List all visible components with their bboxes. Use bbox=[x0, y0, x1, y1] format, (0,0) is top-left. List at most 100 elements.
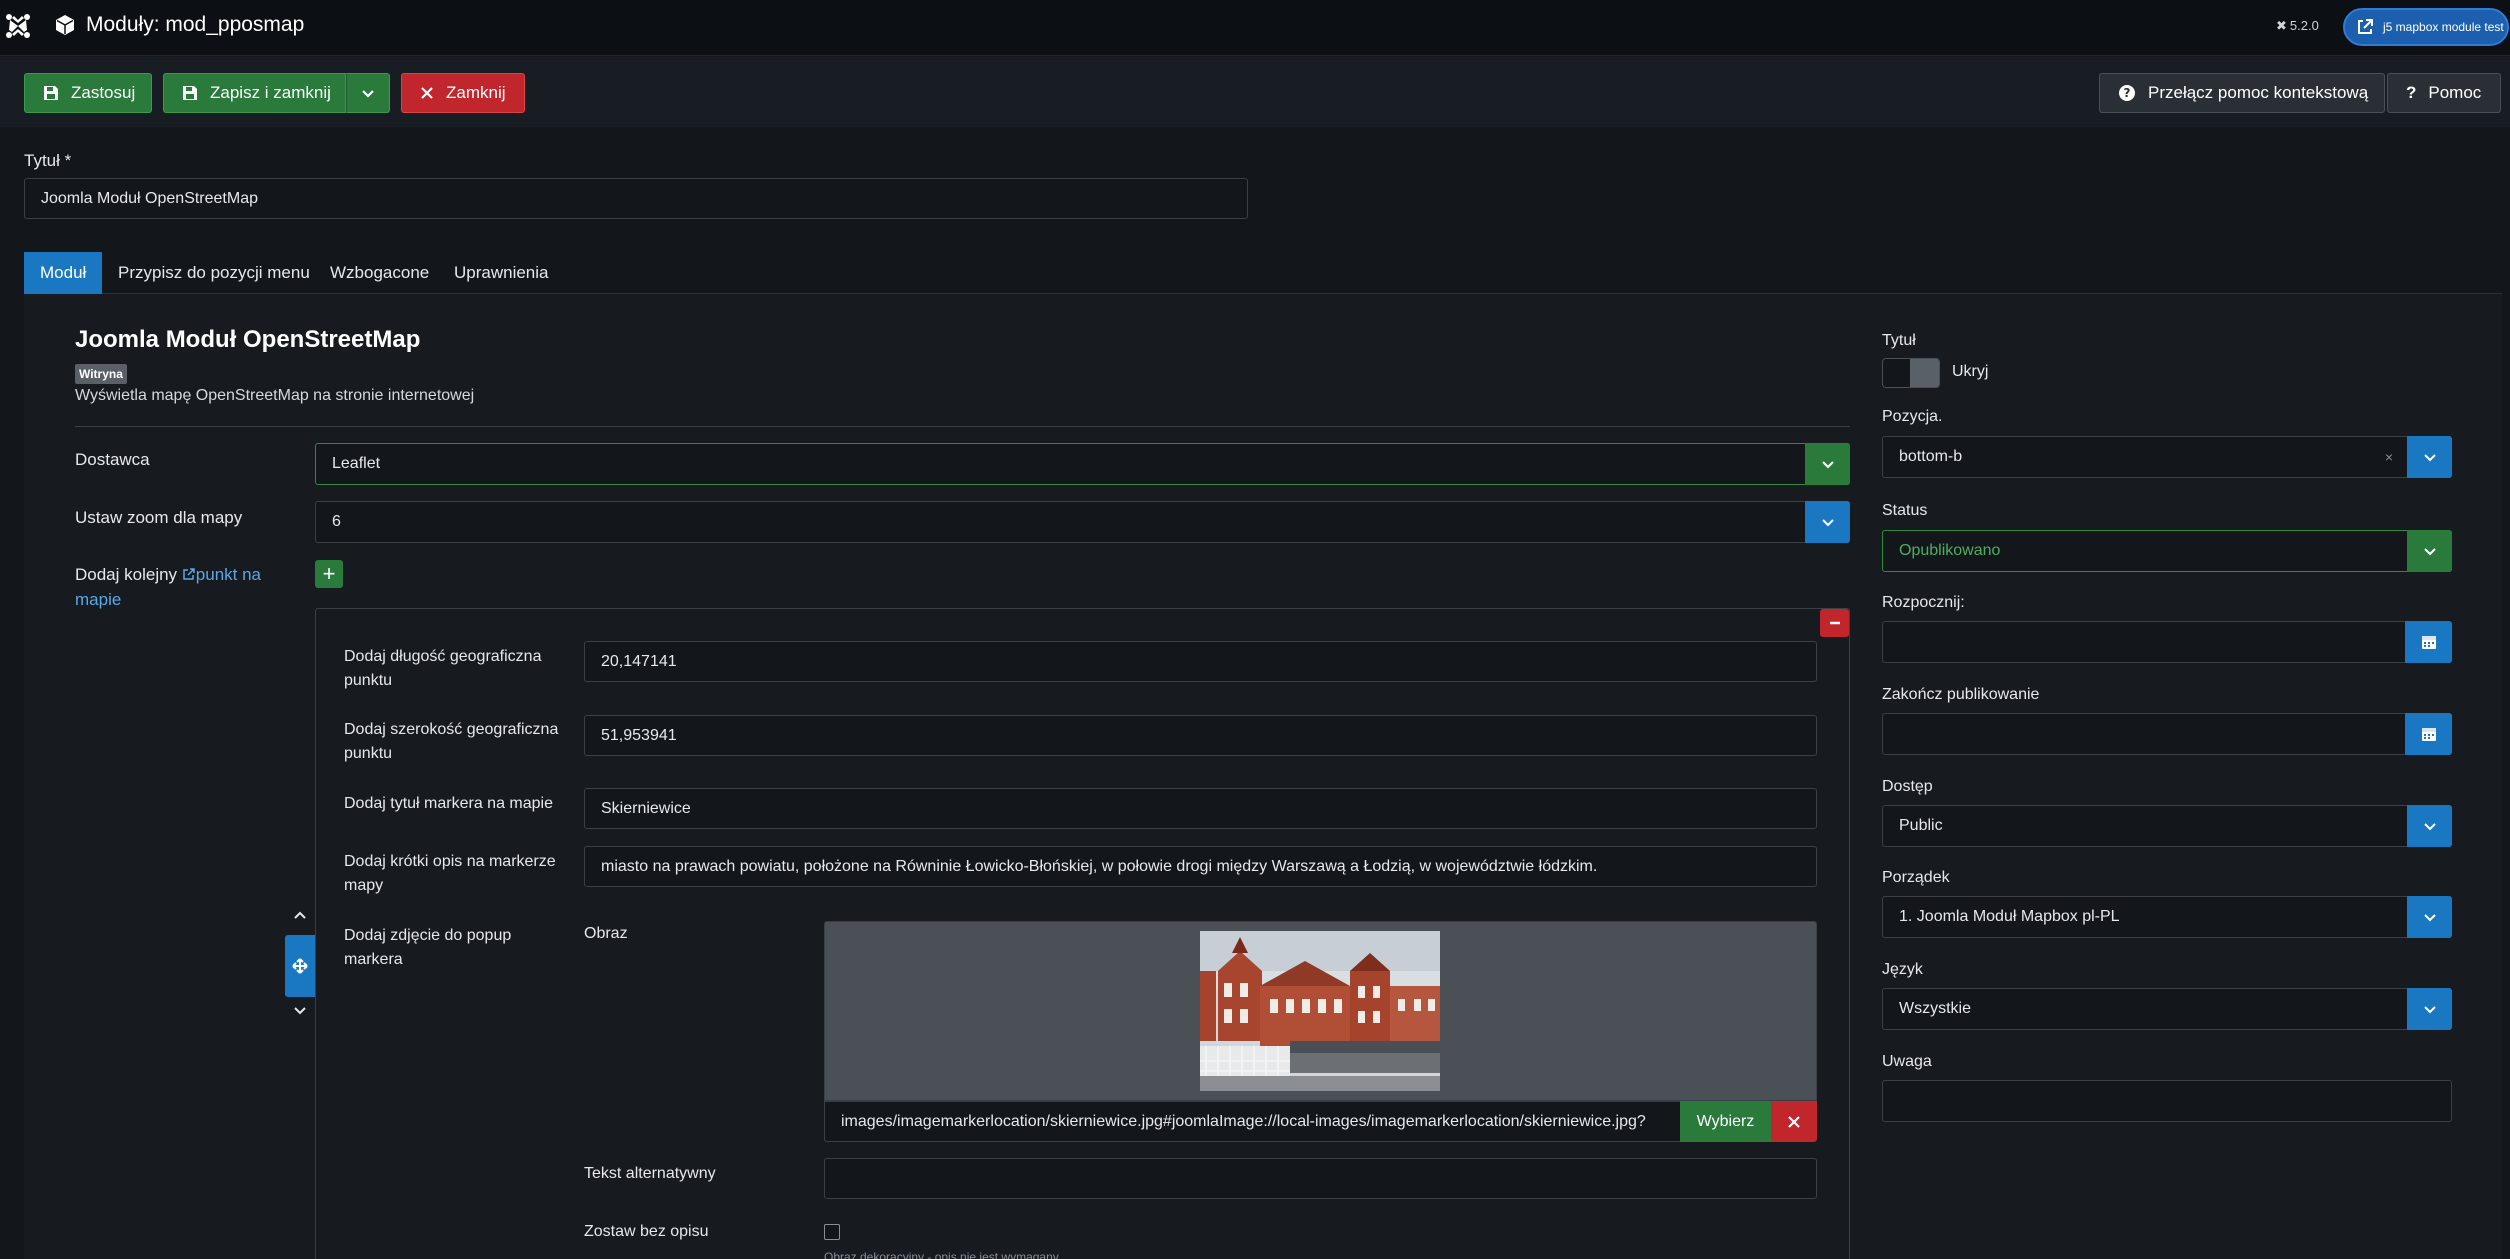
external-link-icon bbox=[2358, 19, 2373, 34]
longitude-label: Dodaj długość geograficzna punktu bbox=[344, 648, 542, 689]
finish-date-input[interactable] bbox=[1882, 713, 2452, 755]
show-title-label: Tytuł bbox=[1882, 332, 1916, 349]
tab-permissions[interactable]: Uprawnienia bbox=[438, 252, 565, 294]
no-desc-checkbox[interactable] bbox=[824, 1224, 840, 1240]
clear-image-button[interactable] bbox=[1771, 1101, 1817, 1142]
calendar-icon[interactable] bbox=[2405, 713, 2452, 755]
chevron-down-icon[interactable] bbox=[2407, 436, 2452, 478]
latitude-label: Dodaj szerokość geograficzna punktu bbox=[344, 721, 559, 762]
close-label: Zamknij bbox=[446, 83, 506, 102]
chevron-down-icon bbox=[362, 90, 374, 98]
help-button[interactable]: ? Pomoc bbox=[2387, 73, 2501, 113]
start-label: Rozpocznij: bbox=[1882, 594, 1965, 611]
position-select[interactable]: bottom-b × bbox=[1882, 436, 2452, 478]
tab-module[interactable]: Moduł bbox=[24, 252, 103, 294]
question-icon: ? bbox=[2406, 83, 2417, 102]
tab-advanced[interactable]: Wzbogacone bbox=[314, 252, 445, 294]
marker-desc-input[interactable]: miasto na prawach powiatu, położone na R… bbox=[584, 846, 1817, 887]
start-date-input[interactable] bbox=[1882, 621, 2452, 663]
save-dropdown-toggle[interactable] bbox=[346, 73, 390, 113]
show-title-toggle[interactable] bbox=[1882, 358, 1940, 388]
clear-icon[interactable]: × bbox=[2385, 449, 2393, 465]
ordering-value: 1. Joomla Moduł Mapbox pl-PL bbox=[1899, 908, 2120, 925]
popup-image-label: Dodaj zdjęcie do popup markera bbox=[344, 927, 512, 968]
image-path-input[interactable]: images/imagemarkerlocation/skierniewice.… bbox=[824, 1101, 1681, 1142]
station-photo bbox=[1200, 931, 1440, 1091]
add-point-label: Dodaj kolejny punkt na mapie bbox=[75, 562, 275, 612]
divider bbox=[75, 426, 1850, 427]
marker-title-input[interactable]: Skierniewice bbox=[584, 788, 1817, 829]
access-select[interactable]: Public bbox=[1882, 805, 2452, 847]
note-label: Uwaga bbox=[1882, 1053, 1932, 1070]
select-image-button[interactable]: Wybierz bbox=[1680, 1101, 1771, 1142]
add-point-prefix: Dodaj kolejny bbox=[75, 565, 178, 584]
title-input[interactable]: Joomla Moduł OpenStreetMap bbox=[24, 178, 1248, 219]
chevron-down-icon[interactable] bbox=[2407, 530, 2452, 572]
language-value: Wszystkie bbox=[1899, 1000, 1971, 1017]
save-icon bbox=[44, 86, 58, 100]
status-label: Status bbox=[1882, 502, 1928, 519]
image-label: Obraz bbox=[584, 925, 628, 942]
alt-text-label: Tekst alternatywny bbox=[584, 1165, 716, 1182]
chevron-down-icon[interactable] bbox=[292, 1002, 308, 1018]
position-value: bottom-b bbox=[1899, 448, 1963, 465]
chevron-down-icon[interactable] bbox=[1805, 443, 1850, 485]
calendar-icon[interactable] bbox=[2405, 621, 2452, 663]
position-label: Pozycja. bbox=[1882, 408, 1943, 425]
move-handle[interactable] bbox=[285, 935, 315, 997]
language-label: Język bbox=[1882, 961, 1923, 978]
move-icon bbox=[292, 958, 308, 974]
finish-label: Zakończ publikowanie bbox=[1882, 686, 2040, 703]
close-icon bbox=[421, 87, 433, 99]
close-icon bbox=[1788, 1115, 1800, 1128]
chevron-down-icon[interactable] bbox=[2407, 988, 2452, 1030]
question-circle-icon: ? bbox=[2119, 85, 2135, 101]
no-desc-hint: Obraz dekoracyjny - opis nie jest wymaga… bbox=[824, 1250, 1059, 1259]
apply-button[interactable]: Zastosuj bbox=[24, 73, 152, 113]
latitude-input[interactable]: 51,953941 bbox=[584, 715, 1817, 756]
remove-row-button[interactable] bbox=[1820, 609, 1849, 637]
note-input[interactable] bbox=[1882, 1080, 2452, 1122]
longitude-input[interactable]: 20,147141 bbox=[584, 641, 1817, 682]
ordering-select[interactable]: 1. Joomla Moduł Mapbox pl-PL bbox=[1882, 896, 2452, 938]
status-select[interactable]: Opublikowano bbox=[1882, 530, 2452, 572]
title-label: Tytuł * bbox=[24, 151, 72, 170]
access-value: Public bbox=[1899, 817, 1943, 834]
module-description: Wyświetla mapę OpenStreetMap na stronie … bbox=[75, 387, 475, 404]
provider-select[interactable]: Leaflet bbox=[315, 443, 1850, 485]
chevron-down-icon[interactable] bbox=[1805, 501, 1850, 543]
provider-label: Dostawca bbox=[75, 450, 150, 469]
no-desc-label: Zostaw bez opisu bbox=[584, 1223, 709, 1240]
site-badge: Witryna bbox=[75, 364, 127, 384]
minus-icon bbox=[1829, 621, 1840, 625]
chevron-down-icon[interactable] bbox=[2407, 805, 2452, 847]
chevron-down-icon[interactable] bbox=[2407, 896, 2452, 938]
zoom-select[interactable]: 6 bbox=[315, 501, 1850, 543]
access-label: Dostęp bbox=[1882, 778, 1933, 795]
save-close-button[interactable]: Zapisz i zamknij bbox=[163, 73, 346, 113]
add-row-button[interactable]: + bbox=[315, 560, 343, 588]
marker-desc-label: Dodaj krótki opis na markerze mapy bbox=[344, 853, 556, 894]
language-select[interactable]: Wszystkie bbox=[1882, 988, 2452, 1030]
module-heading: Joomla Moduł OpenStreetMap bbox=[75, 326, 421, 353]
site-link-label: j5 mapbox module test bbox=[2383, 20, 2504, 34]
version-badge: ✖ 5.2.0 bbox=[2276, 18, 2319, 33]
page-title: Moduły: mod_pposmap bbox=[86, 13, 305, 36]
ordering-label: Porządek bbox=[1882, 869, 1950, 886]
zoom-label: Ustaw zoom dla mapy bbox=[75, 508, 243, 527]
tab-menu-assignment[interactable]: Przypisz do pozycji menu bbox=[102, 252, 326, 294]
close-button[interactable]: Zamknij bbox=[401, 73, 525, 113]
save-icon bbox=[183, 86, 197, 100]
save-close-label: Zapisz i zamknij bbox=[210, 83, 331, 102]
external-link-icon bbox=[183, 568, 195, 580]
chevron-up-icon[interactable] bbox=[292, 908, 308, 924]
joomla-logo-icon[interactable] bbox=[4, 12, 32, 40]
site-link-button[interactable]: j5 mapbox module test bbox=[2343, 8, 2509, 46]
status-value: Opublikowano bbox=[1899, 542, 2001, 559]
alt-text-input[interactable] bbox=[824, 1158, 1817, 1199]
zoom-value: 6 bbox=[332, 513, 341, 530]
marker-title-label: Dodaj tytuł markera na mapie bbox=[344, 795, 553, 812]
apply-label: Zastosuj bbox=[71, 83, 136, 102]
context-help-button[interactable]: ? Przełącz pomoc kontekstową bbox=[2099, 73, 2385, 113]
header-bar bbox=[0, 0, 2510, 56]
